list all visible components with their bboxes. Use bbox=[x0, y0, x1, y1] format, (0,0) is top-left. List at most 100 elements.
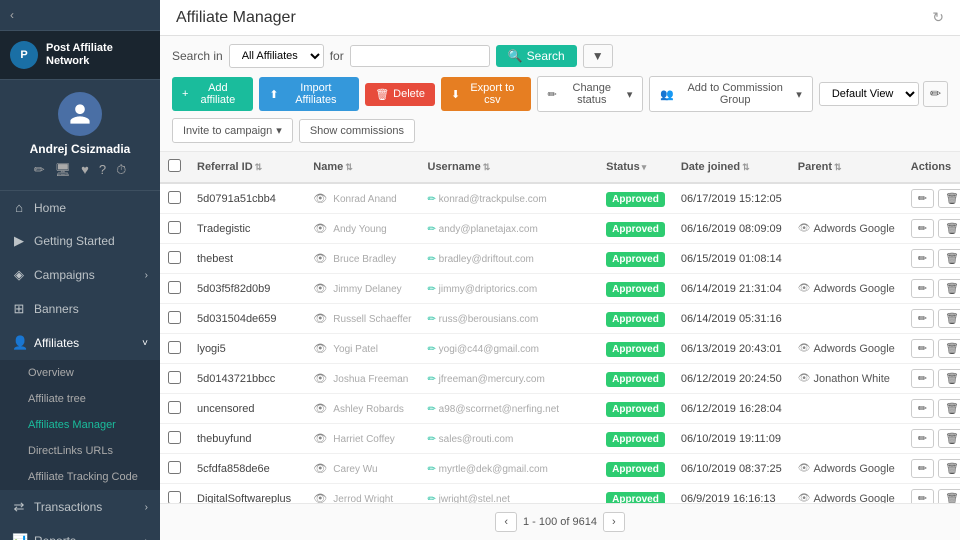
edit-pencil-10[interactable]: ✏ bbox=[428, 494, 439, 504]
delete-button-7[interactable]: 🗑 bbox=[938, 399, 960, 418]
eye-icon-4[interactable]: 👁 bbox=[313, 313, 327, 325]
edit-pencil-0[interactable]: ✏ bbox=[428, 194, 439, 205]
edit-button-10[interactable]: ✏ bbox=[911, 489, 934, 503]
search-in-select[interactable]: All Affiliates bbox=[229, 44, 324, 68]
invite-campaign-button[interactable]: Invite to campaign ▾ bbox=[172, 118, 293, 143]
sidebar-item-affiliate-tree[interactable]: Affiliate tree bbox=[0, 386, 160, 412]
sidebar-item-affiliates[interactable]: 👤 Affiliates ˅ bbox=[0, 326, 160, 360]
edit-pencil-6[interactable]: ✏ bbox=[428, 374, 439, 385]
eye-icon-9[interactable]: 👁 bbox=[313, 463, 327, 475]
eye-icon-2[interactable]: 👁 bbox=[313, 253, 327, 265]
edit-pencil-9[interactable]: ✏ bbox=[428, 464, 439, 475]
sidebar-item-directlinks[interactable]: DirectLinks URLs bbox=[0, 438, 160, 464]
sidebar-item-transactions[interactable]: ⇄ Transactions › bbox=[0, 490, 160, 524]
edit-button-7[interactable]: ✏ bbox=[911, 399, 934, 418]
edit-button-6[interactable]: ✏ bbox=[911, 369, 934, 388]
delete-button[interactable]: 🗑 Delete bbox=[365, 83, 435, 106]
row-check-0[interactable] bbox=[168, 191, 181, 204]
row-checkbox[interactable] bbox=[160, 274, 189, 304]
edit-button-3[interactable]: ✏ bbox=[911, 279, 934, 298]
delete-button-10[interactable]: 🗑 bbox=[938, 489, 960, 503]
eye-icon-1[interactable]: 👁 bbox=[313, 223, 327, 235]
filter-button[interactable]: ▼ bbox=[583, 44, 613, 68]
edit-pencil-2[interactable]: ✏ bbox=[428, 254, 439, 265]
eye-icon-3[interactable]: 👁 bbox=[313, 283, 327, 295]
delete-button-3[interactable]: 🗑 bbox=[938, 279, 960, 298]
row-checkbox[interactable] bbox=[160, 334, 189, 364]
eye-icon-7[interactable]: 👁 bbox=[313, 403, 327, 415]
row-check-2[interactable] bbox=[168, 251, 181, 264]
edit-pencil-7[interactable]: ✏ bbox=[428, 404, 439, 415]
sidebar-item-overview[interactable]: Overview bbox=[0, 360, 160, 386]
search-input[interactable] bbox=[350, 45, 490, 67]
eye-icon-6[interactable]: 👁 bbox=[313, 373, 327, 385]
col-username[interactable]: Username⇅ bbox=[420, 152, 599, 183]
edit-pencil-8[interactable]: ✏ bbox=[428, 434, 439, 445]
next-page-button[interactable]: › bbox=[603, 512, 625, 532]
col-status[interactable]: Status▾ bbox=[598, 152, 673, 183]
sidebar-item-getting-started[interactable]: ▶ Getting Started bbox=[0, 224, 160, 258]
sidebar-item-reports[interactable]: 📊 Reports › bbox=[0, 524, 160, 540]
prev-page-button[interactable]: ‹ bbox=[495, 512, 517, 532]
add-affiliate-button[interactable]: + Add affiliate bbox=[172, 77, 253, 111]
sidebar-item-banners[interactable]: ⊞ Banners bbox=[0, 292, 160, 326]
delete-button-2[interactable]: 🗑 bbox=[938, 249, 960, 268]
row-check-6[interactable] bbox=[168, 371, 181, 384]
eye-icon-8[interactable]: 👁 bbox=[313, 433, 327, 445]
row-checkbox[interactable] bbox=[160, 183, 189, 214]
search-button[interactable]: 🔍 Search bbox=[496, 45, 577, 67]
row-checkbox[interactable] bbox=[160, 304, 189, 334]
refresh-icon[interactable]: ↻ bbox=[932, 9, 944, 26]
sidebar-item-tracking-code[interactable]: Affiliate Tracking Code bbox=[0, 464, 160, 490]
show-commissions-button[interactable]: Show commissions bbox=[299, 119, 415, 143]
edit-button-0[interactable]: ✏ bbox=[911, 189, 934, 208]
change-status-button[interactable]: ✏ Change status ▾ bbox=[537, 76, 644, 112]
row-check-4[interactable] bbox=[168, 311, 181, 324]
edit-pencil-1[interactable]: ✏ bbox=[428, 224, 439, 235]
row-check-3[interactable] bbox=[168, 281, 181, 294]
row-checkbox[interactable] bbox=[160, 364, 189, 394]
row-check-8[interactable] bbox=[168, 431, 181, 444]
edit-button-5[interactable]: ✏ bbox=[911, 339, 934, 358]
delete-button-8[interactable]: 🗑 bbox=[938, 429, 960, 448]
clock-icon[interactable]: ⏱ bbox=[116, 162, 126, 178]
row-checkbox[interactable] bbox=[160, 244, 189, 274]
view-select[interactable]: Default View bbox=[819, 82, 919, 106]
row-checkbox[interactable] bbox=[160, 394, 189, 424]
sidebar-item-campaigns[interactable]: ◈ Campaigns › bbox=[0, 258, 160, 292]
delete-button-1[interactable]: 🗑 bbox=[938, 219, 960, 238]
row-check-9[interactable] bbox=[168, 461, 181, 474]
edit-icon[interactable]: ✏ bbox=[34, 162, 45, 178]
col-referral-id[interactable]: Referral ID⇅ bbox=[189, 152, 305, 183]
import-affiliates-button[interactable]: ⬆ Import Affiliates bbox=[259, 77, 359, 111]
delete-button-9[interactable]: 🗑 bbox=[938, 459, 960, 478]
monitor-icon[interactable]: 🖥 bbox=[55, 162, 72, 178]
eye-icon-5[interactable]: 👁 bbox=[313, 343, 327, 355]
delete-button-6[interactable]: 🗑 bbox=[938, 369, 960, 388]
delete-button-4[interactable]: 🗑 bbox=[938, 309, 960, 328]
add-commission-button[interactable]: 👥 Add to Commission Group ▾ bbox=[649, 76, 812, 112]
help-icon[interactable]: ? bbox=[99, 162, 106, 178]
sidebar-item-home[interactable]: ⌂ Home bbox=[0, 191, 160, 224]
edit-pencil-3[interactable]: ✏ bbox=[428, 284, 439, 295]
row-checkbox[interactable] bbox=[160, 424, 189, 454]
eye-icon-10[interactable]: 👁 bbox=[313, 493, 327, 503]
heart-icon[interactable]: ♥ bbox=[81, 162, 89, 178]
sidebar-back[interactable]: ‹ bbox=[0, 0, 160, 31]
col-date[interactable]: Date joined⇅ bbox=[673, 152, 790, 183]
sidebar-item-affiliates-manager[interactable]: Affiliates Manager bbox=[0, 412, 160, 438]
row-checkbox[interactable] bbox=[160, 214, 189, 244]
edit-button-9[interactable]: ✏ bbox=[911, 459, 934, 478]
edit-button-2[interactable]: ✏ bbox=[911, 249, 934, 268]
row-check-5[interactable] bbox=[168, 341, 181, 354]
row-check-10[interactable] bbox=[168, 491, 181, 504]
row-check-7[interactable] bbox=[168, 401, 181, 414]
row-checkbox[interactable] bbox=[160, 484, 189, 504]
row-checkbox[interactable] bbox=[160, 454, 189, 484]
col-parent[interactable]: Parent⇅ bbox=[790, 152, 903, 183]
edit-pencil-5[interactable]: ✏ bbox=[428, 344, 439, 355]
view-edit-button[interactable]: ✏ bbox=[923, 81, 948, 107]
delete-button-5[interactable]: 🗑 bbox=[938, 339, 960, 358]
delete-button-0[interactable]: 🗑 bbox=[938, 189, 960, 208]
edit-button-4[interactable]: ✏ bbox=[911, 309, 934, 328]
